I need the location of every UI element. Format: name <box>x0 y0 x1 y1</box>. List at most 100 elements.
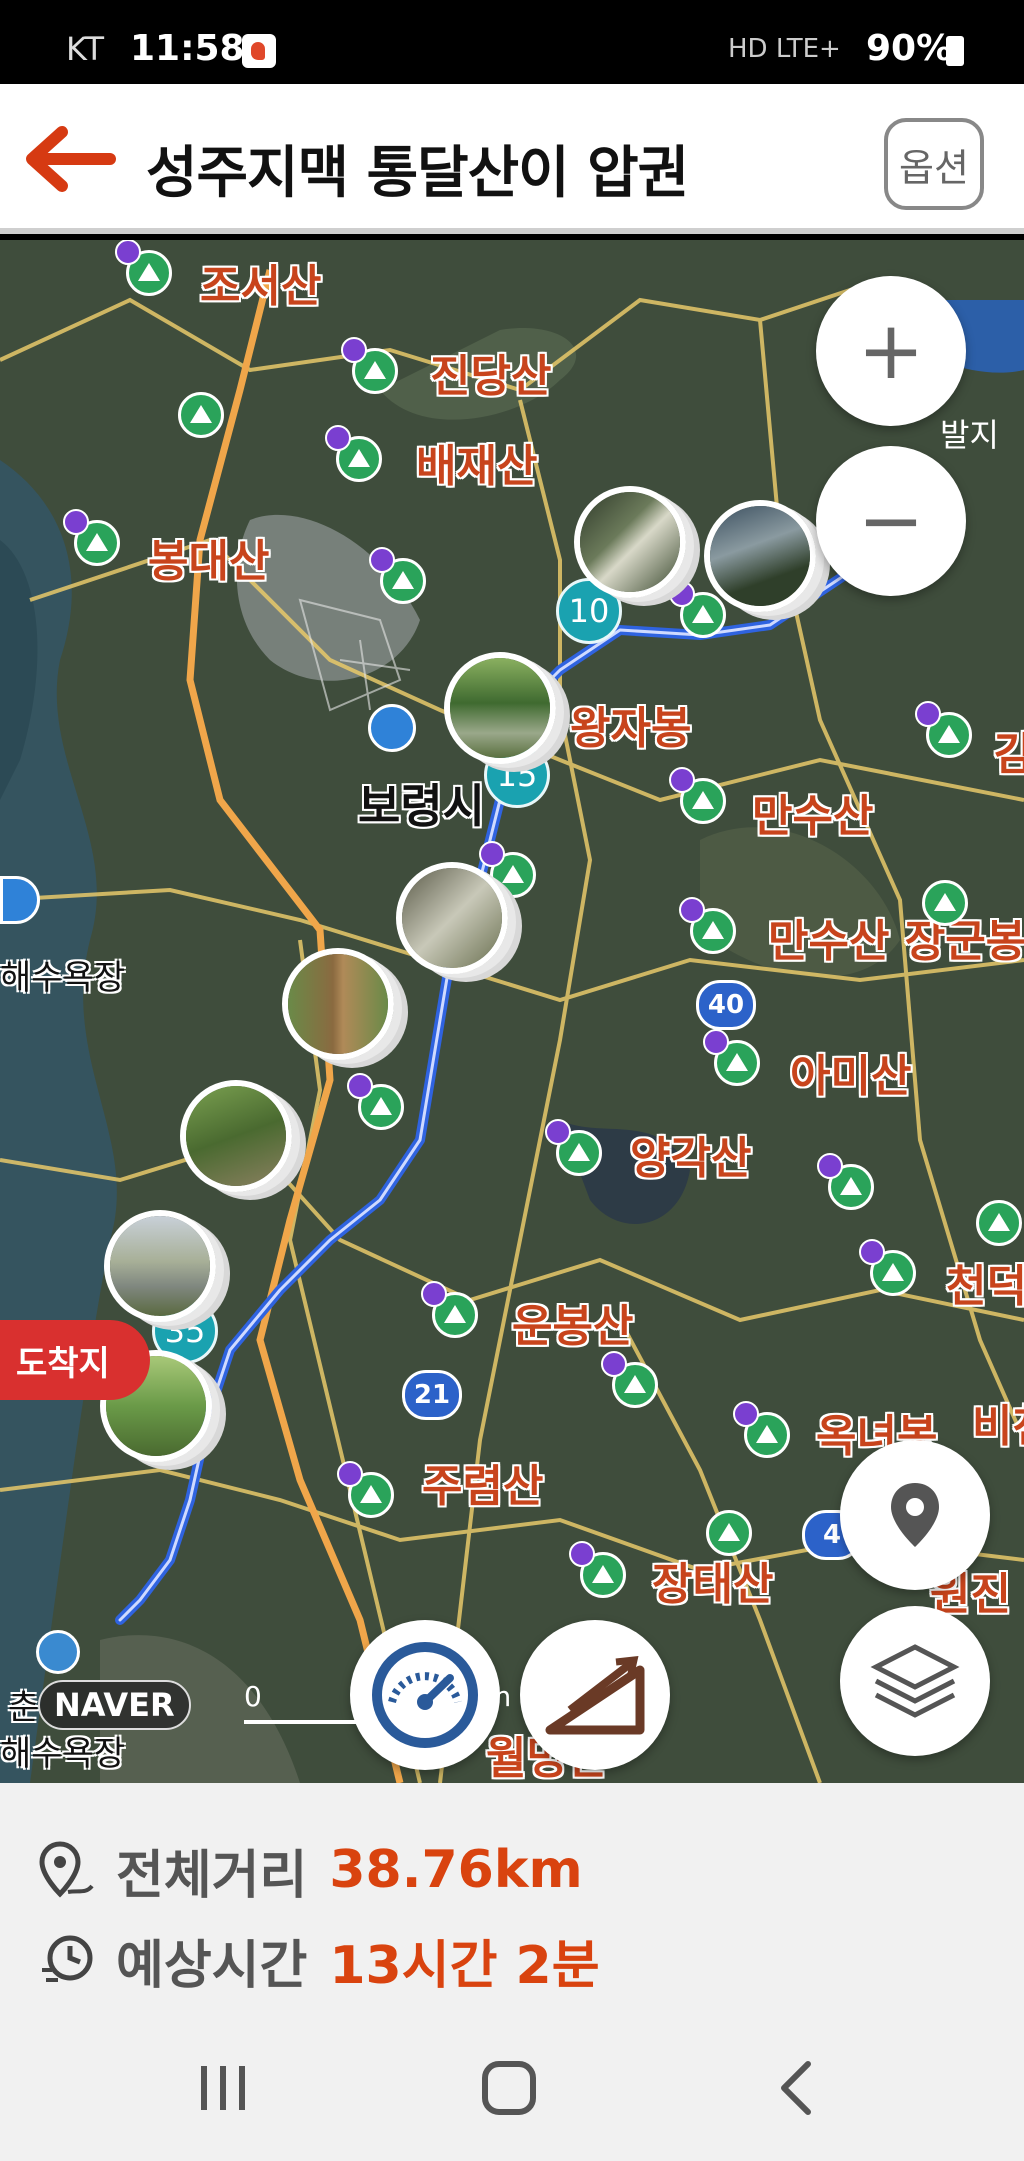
home-icon <box>482 2061 536 2115</box>
photo-marker[interactable] <box>282 948 394 1060</box>
route-number-badge: 40 <box>696 980 756 1030</box>
speedometer-icon <box>372 1642 478 1748</box>
place-label: 천덕 <box>946 1261 1024 1312</box>
place-label: 봉대산 <box>148 536 270 587</box>
carrier-name: KT <box>66 30 105 68</box>
distance-label: 전체거리 <box>116 1845 308 1906</box>
system-nav-bar <box>0 2008 1024 2161</box>
layers-icon <box>870 1644 960 1718</box>
mountain-icon[interactable] <box>347 1073 404 1130</box>
place-label: 양각산 <box>630 1133 752 1184</box>
mountain-icon[interactable] <box>703 1029 760 1086</box>
minus-icon: − <box>857 474 925 567</box>
place-label: 배재산 <box>416 441 538 492</box>
place-label: 조서산 <box>200 261 322 312</box>
mountain-icon[interactable] <box>63 509 120 566</box>
photo-marker[interactable] <box>104 1210 216 1322</box>
place-label: 만수산 <box>752 791 874 842</box>
mountain-icon[interactable] <box>733 1401 790 1458</box>
mountain-icon[interactable] <box>569 1541 626 1598</box>
mountain-icon[interactable] <box>679 897 736 954</box>
place-label: 장태산 <box>652 1559 774 1610</box>
scale-unit: m <box>484 1680 512 1713</box>
distance-row: 전체거리 38.76km <box>38 1835 583 1906</box>
photo-marker[interactable] <box>180 1080 292 1192</box>
recent-apps-icon <box>201 2066 245 2110</box>
speedometer-button[interactable] <box>350 1620 500 1770</box>
zoom-in-button[interactable]: + <box>816 276 966 426</box>
time-value: 13시간 2분 <box>329 1935 600 1996</box>
location-pin-icon <box>891 1483 939 1547</box>
beach-label: 해수욕장 <box>0 1734 126 1774</box>
mountain-icon[interactable] <box>669 581 726 638</box>
photo-marker[interactable] <box>396 862 508 974</box>
naver-logo: NAVER <box>38 1680 191 1730</box>
place-label: 왕자봉 <box>570 703 692 754</box>
photo-marker[interactable] <box>444 652 556 764</box>
beach-icon[interactable] <box>36 1630 80 1674</box>
route-number-badge: 21 <box>402 1370 462 1420</box>
mountain-icon[interactable] <box>669 767 726 824</box>
zoom-out-button[interactable]: − <box>816 446 966 596</box>
place-label: 진당산 <box>430 351 552 402</box>
mountain-icon[interactable] <box>545 1119 602 1176</box>
map-layers-button[interactable] <box>840 1606 990 1756</box>
city-label: 보령시 <box>358 779 485 833</box>
place-label: 주렴산 <box>422 1461 544 1512</box>
home-button[interactable] <box>464 2048 554 2128</box>
distance-value: 38.76km <box>329 1840 583 1900</box>
place-label: 아미산 <box>790 1051 912 1102</box>
bus-terminal-icon[interactable] <box>368 704 416 752</box>
network-indicator: HD LTE+ <box>728 34 841 64</box>
mountain-icon[interactable] <box>976 1200 1022 1246</box>
options-button[interactable]: 옵션 <box>884 118 984 210</box>
place-label: 비천 <box>972 1401 1024 1452</box>
clock: 11:58 <box>130 28 245 69</box>
place-label: 만수산 장군봉 <box>768 916 1024 967</box>
app-notification-icon <box>242 34 276 68</box>
mountain-icon[interactable] <box>859 1239 916 1296</box>
distance-pin-icon <box>39 1841 94 1898</box>
mountain-icon[interactable] <box>341 337 398 394</box>
back-arrow-icon <box>26 126 116 192</box>
photo-marker[interactable] <box>574 486 686 598</box>
clock-icon <box>42 1935 93 1982</box>
beach-label: 해수욕장 <box>0 958 126 998</box>
status-bar: KT 11:58 HD LTE+ 90% <box>0 0 1024 84</box>
plus-icon: + <box>857 304 925 397</box>
mountain-icon[interactable] <box>115 240 172 296</box>
mountain-icon[interactable] <box>325 425 382 482</box>
time-row: 예상시간 13시간 2분 <box>38 1925 600 1996</box>
recent-apps-button[interactable] <box>178 2048 268 2128</box>
mountain-icon[interactable] <box>922 880 968 926</box>
back-button[interactable] <box>22 124 118 194</box>
battery-icon <box>946 36 964 66</box>
chevron-left-icon <box>781 2061 811 2115</box>
map-scale: 0 m <box>244 1680 511 1724</box>
elevation-button[interactable] <box>520 1620 670 1770</box>
mountain-icon[interactable] <box>421 1281 478 1338</box>
battery-percent: 90% <box>866 28 953 69</box>
route-info-panel: 전체거리 38.76km 예상시간 13시간 2분 <box>0 1783 1024 2008</box>
lake-label: 발지 <box>940 416 999 454</box>
mountain-icon[interactable] <box>915 701 972 758</box>
place-label: 감 <box>994 729 1024 780</box>
photo-marker[interactable] <box>704 500 816 612</box>
system-back-button[interactable] <box>752 2048 842 2128</box>
map-view[interactable]: 발지 조서산 진당산 배재산 봉대산 왕자봉 만수산 만수산 장군봉 아미산 양… <box>0 240 1024 1783</box>
arrival-marker[interactable]: 도착지 <box>0 1320 150 1400</box>
mountain-icon[interactable] <box>337 1461 394 1518</box>
mountain-icon[interactable] <box>178 392 224 438</box>
mountain-icon[interactable] <box>817 1153 874 1210</box>
beach-label: 춘 <box>8 1688 40 1728</box>
my-location-button[interactable] <box>840 1440 990 1590</box>
time-label: 예상시간 <box>116 1935 308 1996</box>
elevation-icon <box>545 1655 645 1735</box>
mountain-icon[interactable] <box>601 1351 658 1408</box>
mountain-icon[interactable] <box>369 547 426 604</box>
app-header: 성주지맥 통달산이 압권 옵션 <box>0 84 1024 234</box>
scale-zero: 0 <box>244 1680 262 1713</box>
mountain-icon[interactable] <box>706 1510 752 1556</box>
place-label: 운봉산 <box>512 1301 634 1352</box>
page-title: 성주지맥 통달산이 압권 <box>146 141 689 206</box>
